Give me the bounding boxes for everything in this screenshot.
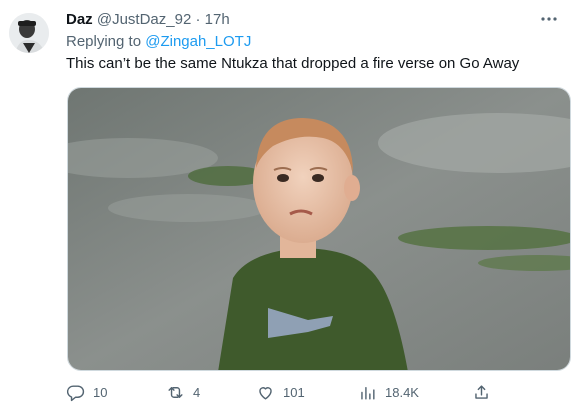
like-count: 101 — [283, 384, 305, 400]
tweet-time[interactable]: 17h — [205, 11, 230, 28]
reply-button[interactable]: 10 — [66, 378, 107, 406]
retweet-button[interactable]: 4 — [166, 378, 200, 406]
tweet-media[interactable] — [67, 87, 571, 371]
heart-icon — [259, 386, 272, 400]
separator-dot: · — [195, 11, 201, 28]
tweet-text: This can’t be the same Ntukza that dropp… — [66, 55, 520, 72]
tweet-actions: 10 4 101 18.4K — [66, 378, 566, 406]
reply-icon — [66, 384, 85, 401]
user-handle[interactable]: @JustDaz_92 — [97, 11, 191, 28]
reply-mention-link[interactable]: @Zingah_LOTJ — [145, 33, 251, 50]
reply-count: 10 — [93, 384, 108, 400]
retweet-icon — [168, 386, 183, 398]
reply-prefix: Replying to — [66, 33, 142, 50]
tweet-header: Daz @JustDaz_92 · 17h — [66, 10, 230, 30]
share-button[interactable] — [472, 378, 499, 406]
views-button[interactable]: 18.4K — [358, 378, 419, 406]
display-name[interactable]: Daz — [66, 11, 93, 28]
replying-to: Replying to @Zingah_LOTJ — [66, 32, 251, 52]
avatar[interactable] — [9, 13, 49, 53]
more-options-button[interactable] — [538, 8, 560, 30]
avatar-image — [9, 13, 49, 53]
view-count: 18.4K — [385, 384, 419, 400]
photo-of-toddler-image — [68, 88, 570, 370]
analytics-icon — [361, 386, 375, 400]
more-icon — [541, 17, 557, 21]
like-button[interactable]: 101 — [256, 378, 305, 406]
share-icon — [475, 384, 488, 399]
retweet-count: 4 — [193, 384, 201, 400]
